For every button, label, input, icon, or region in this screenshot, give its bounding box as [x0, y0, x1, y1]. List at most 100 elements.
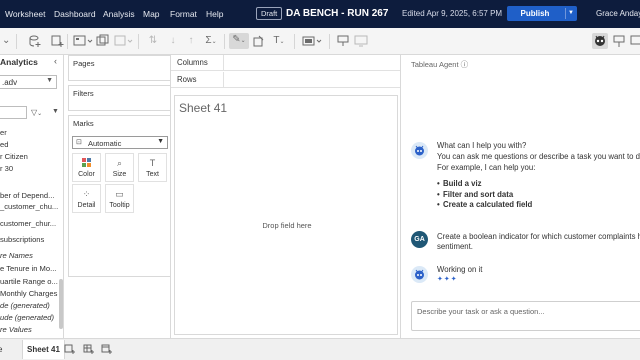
workbook-title[interactable]: DA BENCH - RUN 267 [286, 0, 388, 28]
sort-fields-icon[interactable]: ▼ [52, 108, 59, 115]
data-pane-scrollbar[interactable] [59, 279, 63, 329]
sheet-tab-active[interactable]: Sheet 41 [22, 340, 65, 359]
size-button[interactable]: ⌕ Size [105, 153, 134, 182]
suggestion-item[interactable]: Create a calculated field [437, 200, 532, 209]
drop-field-hint: Drop field here [262, 221, 312, 230]
tooltip-label: Tooltip [109, 202, 130, 209]
tooltip-button[interactable]: ▭ Tooltip [105, 184, 134, 213]
pages-label: Pages [73, 59, 95, 68]
agent-avatar [411, 266, 428, 283]
new-datasource-icon[interactable] [28, 34, 42, 48]
group-icon[interactable] [252, 34, 266, 48]
shelf-divider [223, 55, 224, 71]
menu-format[interactable]: Format [170, 0, 197, 28]
agent-header: Tableau Agent ⓘ [411, 59, 468, 70]
sort-descending-icon[interactable]: ↑ [184, 34, 198, 48]
text-label: Text [146, 171, 159, 178]
field-item[interactable]: er [0, 127, 7, 138]
totals-icon[interactable]: Σ⌄ [202, 34, 220, 48]
presentation-icon[interactable] [354, 34, 368, 48]
suggestion-item[interactable]: Build a viz [437, 179, 481, 188]
size-label: Size [112, 171, 127, 178]
new-story-icon[interactable] [101, 343, 113, 355]
datasource-select[interactable]: .adv ▼ [0, 75, 57, 89]
agent-intro-line: You can ask me questions or describe a t… [437, 152, 640, 161]
filters-card[interactable]: Filters [68, 85, 171, 111]
chevron-down-icon: ▼ [157, 138, 164, 145]
menu-dashboard[interactable]: Dashboard [54, 0, 96, 28]
field-search-input[interactable] [0, 106, 27, 119]
menu-help[interactable]: Help [206, 0, 223, 28]
toolbar: ⌄ ⇅ ↓ ↑ Σ⌄ ✎⌄ T⌄ [0, 28, 640, 55]
pin-icon[interactable] [612, 34, 626, 48]
agent-toggle-icon[interactable] [592, 33, 608, 49]
chevron-down-icon: ▼ [46, 77, 53, 84]
menu-map[interactable]: Map [143, 0, 160, 28]
labels-icon[interactable]: T⌄ [270, 34, 288, 48]
publish-button[interactable]: Publish ▼ [507, 6, 577, 21]
pages-card[interactable]: Pages [68, 55, 171, 81]
menu-analysis[interactable]: Analysis [103, 0, 135, 28]
agent-prompt-placeholder: Describe your task or ask a question... [417, 307, 545, 316]
field-item[interactable]: customer_chur... [0, 218, 56, 229]
color-button[interactable]: Color [72, 153, 101, 182]
sheet-title[interactable]: Sheet 41 [179, 101, 227, 115]
filters-label: Filters [73, 89, 94, 98]
new-sheet-icon[interactable] [50, 34, 64, 48]
sheet-view[interactable]: Sheet 41 Drop field here [174, 95, 398, 335]
field-item[interactable]: r Citizen [0, 151, 28, 162]
field-item[interactable]: de (generated) [0, 300, 50, 311]
sheet-tab[interactable]: e [0, 345, 2, 354]
toolbar-divider [138, 34, 139, 49]
user-avatar: GA [411, 231, 428, 248]
folder-item[interactable]: re Names [0, 250, 33, 261]
info-icon[interactable]: ⓘ [461, 60, 469, 69]
mark-type-select[interactable]: ⊡ Automatic ▼ [72, 136, 168, 149]
text-icon: T [149, 158, 156, 168]
clear-icon[interactable] [114, 34, 134, 48]
marks-card: Marks ⊡ Automatic ▼ Color ⌕ Size T Text … [68, 115, 171, 277]
sort-ascending-icon[interactable]: ↓ [166, 34, 180, 48]
highlight-icon[interactable]: ✎⌄ [229, 33, 249, 49]
field-item[interactable]: r 30 [0, 163, 13, 174]
publish-dropdown-icon[interactable]: ▼ [568, 6, 574, 21]
shelf-divider [223, 72, 224, 88]
duplicate-icon[interactable] [96, 34, 110, 48]
publish-label: Publish [520, 9, 550, 18]
field-item[interactable]: re Values [0, 324, 32, 335]
data-pane-title[interactable]: Analytics [0, 57, 38, 67]
agent-prompt-input[interactable]: Describe your task or ask a question... [411, 301, 640, 331]
filter-fields-icon[interactable]: ▽⌄ [31, 108, 42, 117]
agent-intro-line: For example, I can help you: [437, 163, 536, 172]
field-item[interactable]: ber of Depend... [0, 190, 54, 201]
user-name[interactable]: Grace Anday [596, 0, 640, 28]
show-me-icon[interactable] [336, 34, 350, 48]
field-item[interactable]: _customer_chu... [0, 201, 58, 212]
columns-shelf[interactable]: Columns [171, 55, 400, 71]
toolbar-dropdown-icon[interactable]: ⌄ [2, 34, 10, 48]
rows-shelf[interactable]: Rows [171, 72, 400, 88]
suggestion-item[interactable]: Filter and sort data [437, 190, 513, 199]
swap-icon[interactable]: ⇅ [146, 34, 160, 48]
menu-worksheet[interactable]: Worksheet [5, 0, 45, 28]
new-worksheet-icon[interactable] [64, 343, 76, 355]
user-message-line: sentiment. [437, 242, 473, 251]
fit-icon[interactable] [302, 34, 324, 48]
new-dashboard-icon[interactable] [83, 343, 95, 355]
detail-button[interactable]: ⁘ Detail [72, 184, 101, 213]
toolbar-divider [67, 34, 68, 49]
detail-icon: ⁘ [82, 189, 91, 199]
datasource-value: .adv [2, 78, 18, 87]
device-preview-icon[interactable] [630, 34, 640, 48]
rows-label: Rows [177, 75, 197, 84]
text-button[interactable]: T Text [138, 153, 167, 182]
field-item[interactable]: ude (generated) [0, 312, 54, 323]
field-item[interactable]: ed [0, 139, 8, 150]
collapse-chevron-icon[interactable]: ‹ [54, 56, 57, 66]
save-icon[interactable] [73, 34, 95, 48]
field-item[interactable]: subscriptions [0, 234, 44, 245]
field-item[interactable]: e Tenure in Mo... [0, 263, 56, 274]
field-item[interactable]: uartile Range o... [0, 276, 58, 287]
data-pane: Analytics ‹ .adv ▼ ▽⌄ ▼ er ed r Citizen … [0, 55, 64, 338]
field-item[interactable]: Monthly Charges [0, 288, 57, 299]
